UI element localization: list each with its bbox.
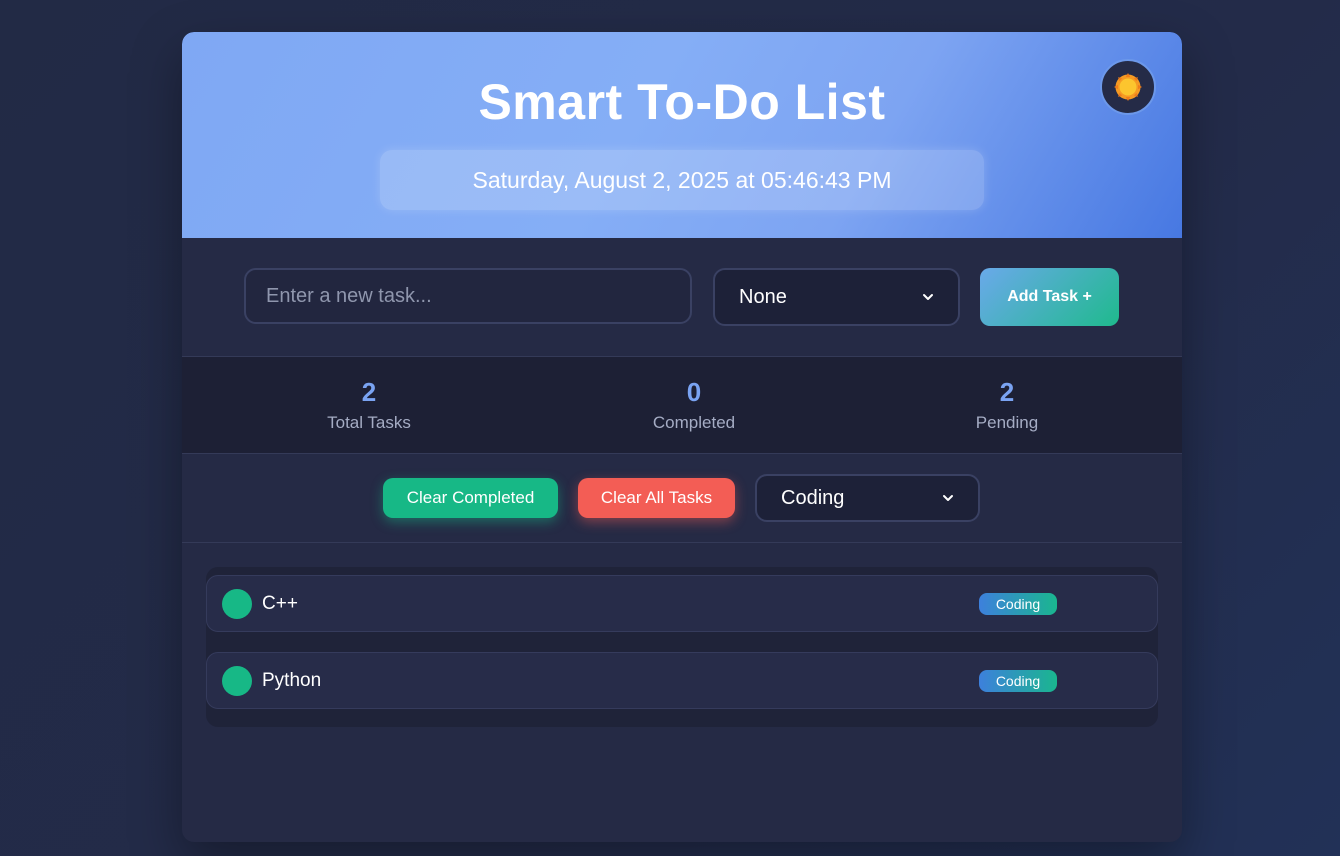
stat-total-value: 2: [361, 377, 377, 407]
stat-total-label: Total Tasks: [327, 413, 411, 432]
stat-pending: 2 Pending: [907, 357, 1107, 453]
chevron-down-icon: [943, 495, 953, 501]
category-filter-select[interactable]: Coding: [755, 474, 980, 522]
task-complete-toggle[interactable]: [222, 589, 252, 619]
stat-completed-label: Completed: [652, 413, 736, 432]
category-select[interactable]: None: [713, 268, 960, 326]
task-list: C++ Coding Python Coding: [206, 567, 1158, 727]
task-text: C++: [262, 593, 298, 614]
clear-all-tasks-button[interactable]: Clear All Tasks: [578, 478, 735, 518]
category-badge: Coding: [979, 593, 1057, 615]
stat-pending-value: 2: [999, 377, 1015, 407]
actions-row: Clear Completed Clear All Tasks Coding: [182, 454, 1182, 543]
task-text: Python: [262, 670, 322, 691]
task-input[interactable]: [244, 268, 692, 324]
category-select-value: None: [739, 285, 787, 308]
stat-total: 2 Total Tasks: [269, 357, 469, 453]
category-filter-value: Coding: [781, 486, 845, 509]
sun-icon: [1114, 73, 1142, 101]
theme-toggle-button[interactable]: [1100, 59, 1156, 115]
stat-completed: 0 Completed: [594, 357, 794, 453]
category-badge: Coding: [979, 670, 1057, 692]
todo-app-card: Smart To-Do List Saturday, August 2, 202…: [182, 32, 1182, 842]
header: Smart To-Do List Saturday, August 2, 202…: [182, 32, 1182, 238]
task-item: Python Coding: [206, 652, 1158, 709]
task-complete-toggle[interactable]: [222, 666, 252, 696]
current-datetime: Saturday, August 2, 2025 at 05:46:43 PM: [380, 150, 984, 210]
add-task-row: None Add Task +: [182, 238, 1182, 357]
add-task-button[interactable]: Add Task +: [980, 268, 1119, 326]
chevron-down-icon: [923, 294, 933, 300]
stats-bar: 2 Total Tasks 0 Completed 2 Pending: [182, 357, 1182, 454]
clear-completed-button[interactable]: Clear Completed: [383, 478, 558, 518]
page-title: Smart To-Do List: [478, 74, 886, 130]
stat-pending-label: Pending: [975, 413, 1039, 432]
task-item: C++ Coding: [206, 575, 1158, 632]
stat-completed-value: 0: [686, 377, 702, 407]
